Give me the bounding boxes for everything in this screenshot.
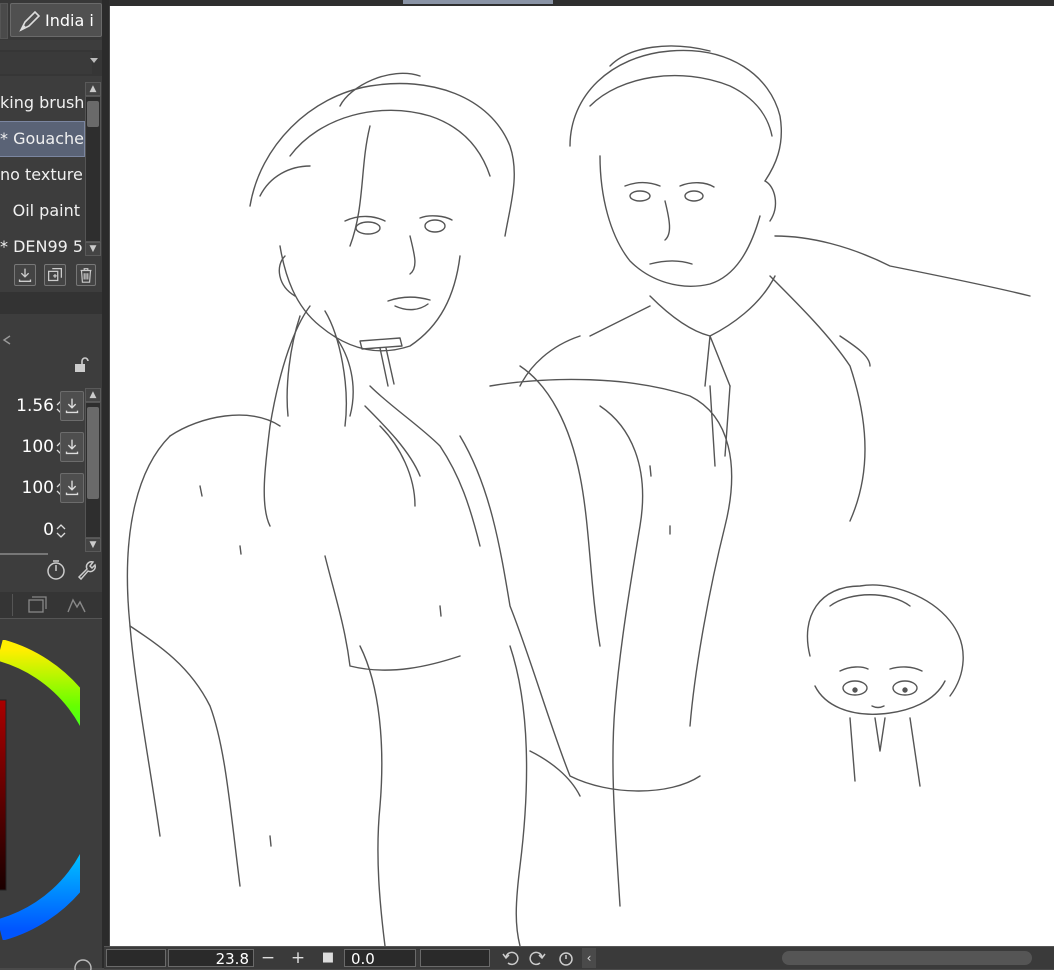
rotate-left-icon[interactable] bbox=[500, 948, 520, 968]
property-actions bbox=[44, 558, 102, 584]
spinner-icon[interactable] bbox=[56, 522, 66, 540]
property-value[interactable]: 1.56 bbox=[16, 396, 54, 416]
brush-list: king brush * Gouache no texture Oil pain… bbox=[0, 86, 85, 264]
unlock-icon[interactable] bbox=[72, 356, 90, 374]
property-scrollbar[interactable] bbox=[85, 402, 101, 538]
mountain-icon[interactable] bbox=[62, 594, 90, 616]
download-icon[interactable] bbox=[14, 264, 36, 286]
brush-subheader bbox=[0, 50, 102, 76]
property-row-size: 1.56 bbox=[0, 390, 84, 426]
property-value[interactable]: 100 bbox=[22, 478, 54, 498]
scrollbar-thumb[interactable] bbox=[87, 407, 99, 499]
navigator-field[interactable] bbox=[106, 949, 166, 967]
color-panel-tabs bbox=[0, 592, 102, 619]
brush-item-selected[interactable]: * Gouache bbox=[0, 121, 85, 157]
download-icon[interactable] bbox=[60, 473, 84, 503]
scroll-down-arrow[interactable]: ▼ bbox=[85, 538, 101, 552]
chevron-left-icon[interactable]: ‹ bbox=[582, 948, 596, 968]
wrench-icon[interactable] bbox=[74, 558, 98, 582]
sketch-artwork bbox=[126, 45, 1031, 946]
slider-track[interactable] bbox=[0, 553, 48, 555]
layers-icon[interactable] bbox=[22, 594, 50, 616]
brush-item[interactable]: no texture bbox=[0, 158, 84, 192]
property-value[interactable]: 100 bbox=[22, 437, 54, 457]
tool-header: India i bbox=[0, 0, 102, 40]
dial-icon[interactable] bbox=[44, 558, 68, 582]
property-value[interactable]: 0 bbox=[43, 520, 54, 540]
fit-button[interactable]: ■ bbox=[318, 948, 338, 968]
horizontal-scrollbar[interactable] bbox=[782, 951, 1032, 965]
property-row-density: 100 bbox=[0, 472, 84, 508]
tab-color-wheel[interactable] bbox=[0, 594, 13, 616]
drawing-canvas[interactable] bbox=[110, 6, 1054, 946]
canvas-tab[interactable] bbox=[403, 0, 553, 4]
tool-switch-button[interactable] bbox=[0, 3, 8, 39]
rotation-input[interactable]: 0.0 bbox=[344, 949, 416, 968]
active-tool-button[interactable]: India i bbox=[10, 3, 102, 37]
brush-group-tab[interactable] bbox=[0, 52, 92, 74]
property-row-blending: 0 bbox=[0, 514, 84, 550]
scroll-down-arrow[interactable]: ▼ bbox=[85, 242, 101, 256]
download-icon[interactable] bbox=[60, 391, 84, 421]
brush-item[interactable]: king brush bbox=[0, 86, 84, 120]
rotation-slider[interactable] bbox=[420, 949, 490, 967]
zoom-input[interactable]: 23.8 bbox=[168, 949, 254, 968]
chevron-down-icon[interactable] bbox=[90, 58, 98, 63]
status-bar: 23.8 − + ■ 0.0 ‹ bbox=[104, 946, 1054, 969]
property-row-opacity: 100 bbox=[0, 431, 84, 467]
chevron-left-icon[interactable] bbox=[0, 330, 14, 350]
duplicate-icon[interactable] bbox=[44, 264, 66, 286]
panel-divider[interactable] bbox=[102, 0, 109, 968]
download-icon[interactable] bbox=[60, 432, 84, 462]
brush-item[interactable]: * DEN99 5 bbox=[0, 230, 84, 264]
active-tool-label: India i bbox=[45, 11, 94, 30]
left-panel: India i king brush * Gouache no texture … bbox=[0, 0, 102, 968]
brush-list-scrollbar[interactable] bbox=[85, 96, 101, 242]
scroll-up-arrow[interactable]: ▲ bbox=[85, 388, 101, 402]
brush-actions bbox=[14, 264, 102, 288]
pen-icon bbox=[19, 10, 41, 32]
reset-rotation-icon[interactable] bbox=[556, 948, 576, 968]
zoom-out-button[interactable]: − bbox=[258, 948, 278, 968]
panel-separator bbox=[0, 292, 102, 314]
scroll-up-arrow[interactable]: ▲ bbox=[85, 82, 101, 96]
rotate-right-icon[interactable] bbox=[528, 948, 548, 968]
brush-item[interactable]: Oil paint bbox=[0, 194, 84, 228]
trash-icon[interactable] bbox=[76, 264, 96, 286]
zoom-in-button[interactable]: + bbox=[288, 948, 308, 968]
color-wheel[interactable] bbox=[0, 640, 80, 940]
scrollbar-thumb[interactable] bbox=[87, 101, 99, 127]
